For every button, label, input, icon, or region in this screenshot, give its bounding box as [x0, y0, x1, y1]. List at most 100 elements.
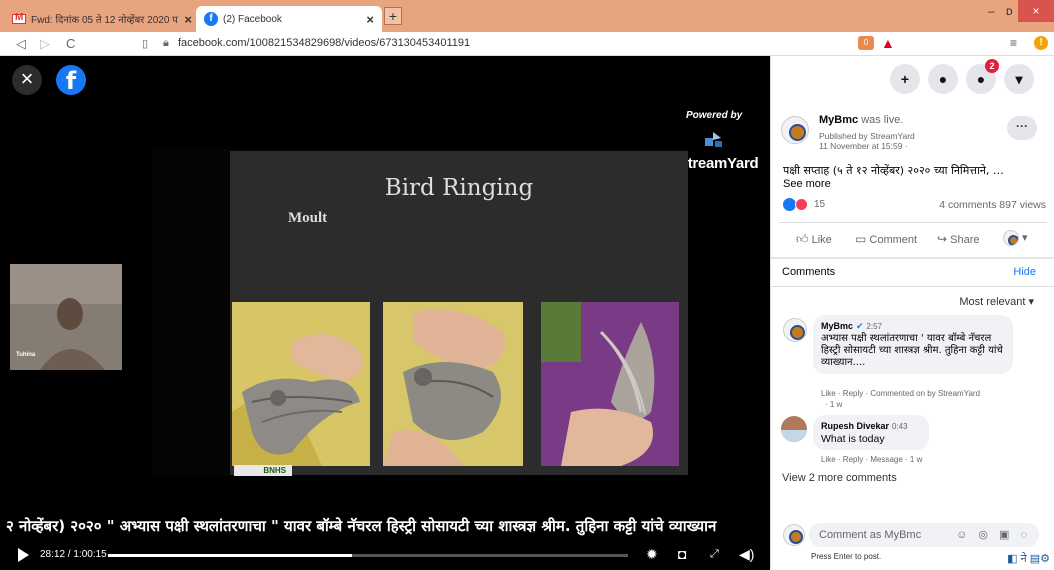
- comment-bubble: MyBmc ✔ 2:57 अभ्यास पक्षी स्थलांतरणाचा '…: [813, 315, 1013, 374]
- comment-actions[interactable]: Like · Reply · Commented on by StreamYar…: [821, 389, 980, 398]
- comment-label: Comment: [869, 234, 918, 246]
- streamyard-brand: StreamYard: [678, 155, 759, 172]
- url-field[interactable]: facebook.com/100821534829698/videos/6731…: [178, 37, 470, 49]
- video-player[interactable]: × f Powered by StreamYard Bird Ringing M…: [0, 56, 770, 570]
- commenter-name[interactable]: Rupesh Divekar: [821, 421, 889, 431]
- comment-age: · 1 w: [825, 400, 843, 409]
- commenter-avatar[interactable]: [781, 416, 807, 442]
- post-text: पक्षी सप्ताह (५ ते १२ नोव्हेंबर) २०२० च्…: [783, 164, 1004, 177]
- see-more-link[interactable]: See more: [783, 178, 831, 190]
- volume-icon[interactable]: ◀): [739, 546, 754, 563]
- messenger-icon[interactable]: ●: [928, 64, 958, 94]
- bird-photo-1: [232, 302, 370, 466]
- comment-bubble: Rupesh Divekar 0:43 What is today: [813, 415, 929, 450]
- address-bar: ◁ ▷ C ▯ 🔒︎ facebook.com/100821534829698/…: [0, 32, 1054, 56]
- account-menu-icon[interactable]: ▾: [1004, 64, 1034, 94]
- notifications-icon[interactable]: ● 2: [966, 59, 999, 94]
- verified-icon: ✔: [855, 321, 864, 331]
- commenter-name[interactable]: MyBmc: [821, 321, 853, 331]
- post-author: MyBmc was live.: [819, 114, 903, 126]
- new-tab-button[interactable]: +: [384, 7, 402, 25]
- my-avatar: [783, 524, 805, 546]
- comment-input[interactable]: Comment as MyBmc ☺ ◎ ▣ ◌: [809, 523, 1039, 547]
- browser-tab-bar: Fwd: दिनांक 05 ते 12 नोव्हेंबर 2020 प × …: [0, 0, 1054, 32]
- divider: [771, 257, 1054, 259]
- avatar-shirt: [781, 430, 807, 442]
- bookmark-icon[interactable]: ▯: [142, 37, 148, 50]
- comment-actions[interactable]: Like · Reply · Message · 1 w: [821, 455, 922, 464]
- video-progress-bar[interactable]: [108, 554, 628, 557]
- back-button[interactable]: ◁: [16, 36, 26, 52]
- page-name-link[interactable]: MyBmc: [819, 114, 858, 126]
- composer-icons[interactable]: ☺ ◎ ▣ ◌: [956, 523, 1031, 547]
- reaction-count: 15: [814, 199, 826, 210]
- share-button[interactable]: ↪ Share: [937, 232, 979, 246]
- system-tray-icons[interactable]: ◧ ने ▤⚙: [1007, 551, 1050, 566]
- post-date[interactable]: 11 November at 15:59 ·: [819, 141, 915, 151]
- bnhs-logo: BNHS: [234, 465, 292, 476]
- page-avatar[interactable]: [781, 116, 809, 144]
- scrolling-ticker: २ नोव्हेंबर) २०२० " अभ्यास पक्षी स्थलांत…: [6, 517, 717, 535]
- post-status: was live.: [861, 114, 904, 126]
- settings-icon[interactable]: ✹: [646, 546, 658, 563]
- post-actions: 👍︎ Like ▭ Comment ↪ Share ▾: [771, 228, 1054, 252]
- lock-icon: 🔒︎: [163, 37, 169, 49]
- reactions[interactable]: 15: [783, 198, 825, 211]
- post-side-panel: + ● ● 2 ▾ MyBmc was live. Published by S…: [770, 56, 1054, 570]
- participant-name: Tuhina: [16, 352, 36, 358]
- notification-badge: 2: [985, 59, 999, 73]
- streamyard-logo-icon: [705, 132, 722, 147]
- comment-button[interactable]: ▭ Comment: [855, 232, 917, 246]
- post-options-button[interactable]: ···: [1007, 116, 1037, 140]
- menu-list-icon[interactable]: ≡: [1010, 36, 1017, 50]
- comment-text: What is today: [821, 433, 885, 445]
- tab-title: (2) Facebook: [223, 13, 282, 25]
- comment-input-placeholder: Comment as MyBmc: [819, 529, 922, 541]
- video-controls: 28:12 / 1:00:15 ✹ ◘ ⤢ ◀): [0, 540, 770, 570]
- comments-heading: Comments: [782, 266, 836, 278]
- comment-header: MyBmc ✔ 2:57: [821, 320, 1005, 333]
- video-progress-fill: [108, 554, 352, 557]
- facebook-icon: f: [204, 12, 218, 26]
- post-stats[interactable]: 4 comments 897 views: [939, 199, 1046, 211]
- powered-by-label: Powered by: [686, 110, 743, 121]
- play-icon[interactable]: [18, 548, 29, 562]
- close-video-button[interactable]: ×: [12, 65, 42, 95]
- slide-title: Bird Ringing: [384, 175, 534, 201]
- view-more-comments-link[interactable]: View 2 more comments: [782, 472, 897, 484]
- miniplayer-icon[interactable]: ◘: [678, 546, 686, 562]
- tab-gmail[interactable]: Fwd: दिनांक 05 ते 12 नोव्हेंबर 2020 प ×: [4, 6, 200, 32]
- thumbs-up-icon: 👍︎: [796, 232, 809, 246]
- facebook-logo-button[interactable]: f: [56, 65, 86, 95]
- divider: [771, 286, 1054, 287]
- rewards-icon[interactable]: ▲: [881, 35, 895, 51]
- tab-close-icon[interactable]: ×: [184, 12, 192, 27]
- video-time: 28:12 / 1:00:15: [40, 549, 107, 560]
- hide-comments-link[interactable]: Hide: [1013, 266, 1036, 278]
- comment-sort-dropdown[interactable]: Most relevant ▾: [959, 295, 1034, 308]
- published-by: Published by StreamYard: [819, 131, 915, 141]
- tab-facebook[interactable]: f (2) Facebook ×: [196, 6, 382, 32]
- bird-photo-2: [383, 302, 523, 466]
- slide-subtitle: Moult: [288, 210, 328, 226]
- small-avatar: [1003, 230, 1019, 246]
- create-icon[interactable]: +: [890, 64, 920, 94]
- window-close-button[interactable]: ×: [1018, 0, 1054, 22]
- audience-selector[interactable]: ▾: [1003, 230, 1028, 246]
- tab-close-icon[interactable]: ×: [366, 12, 374, 27]
- comment-time[interactable]: 0:43: [892, 422, 908, 431]
- reload-button[interactable]: C: [66, 36, 75, 51]
- post-meta: Published by StreamYard 11 November at 1…: [819, 131, 915, 151]
- header-icons: + ● ● 2 ▾: [890, 59, 1034, 94]
- minimize-button[interactable]: –: [988, 4, 995, 18]
- alert-icon[interactable]: !: [1034, 36, 1048, 50]
- like-button[interactable]: 👍︎ Like: [796, 232, 832, 247]
- comment-time[interactable]: 2:57: [866, 322, 882, 331]
- commenter-avatar[interactable]: [783, 318, 807, 342]
- brave-shield-icon[interactable]: 0: [858, 36, 874, 50]
- maximize-button[interactable]: ᴅ: [1006, 4, 1013, 18]
- forward-button[interactable]: ▷: [40, 36, 50, 52]
- comment-header: Rupesh Divekar 0:43: [821, 420, 921, 433]
- share-label: Share: [950, 234, 980, 246]
- fullscreen-icon[interactable]: ⤢: [710, 548, 719, 561]
